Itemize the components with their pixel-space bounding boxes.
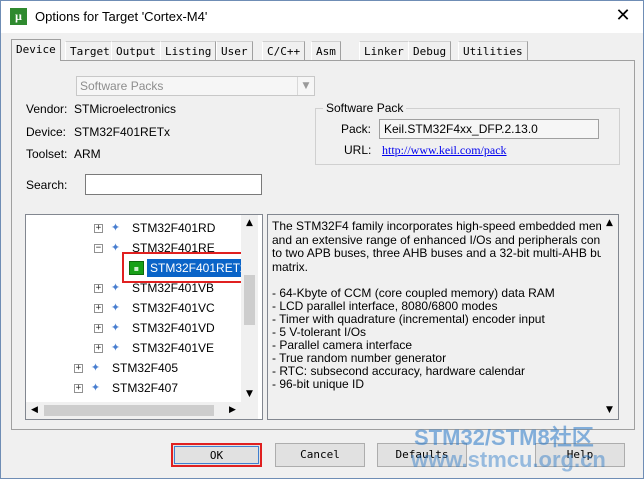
scroll-thumb[interactable] [244, 275, 255, 325]
device-family-icon: ✦ [110, 221, 121, 234]
scroll-left-icon[interactable]: ◀ [26, 402, 43, 419]
pack-value: Keil.STM32F4xx_DFP.2.13.0 [384, 122, 538, 136]
description-line: The STM32F4 family incorporates high-spe… [272, 219, 619, 233]
device-tree: + ✦ STM32F401RD − ✦ STM32F401RE ▪ STM32F… [25, 214, 263, 420]
expand-icon[interactable]: + [74, 384, 83, 393]
collapse-icon[interactable]: − [94, 244, 103, 253]
tab-listing[interactable]: Listing [160, 41, 217, 60]
tab-strip: Device Target Output Listing User C/C++ … [11, 39, 631, 61]
expand-icon[interactable]: + [94, 284, 103, 293]
tab-output[interactable]: Output [111, 41, 161, 60]
pack-field: Keil.STM32F4xx_DFP.2.13.0 [379, 119, 599, 139]
device-description: The STM32F4 family incorporates high-spe… [267, 214, 619, 420]
device-database-select[interactable]: Software Packs ▼ [76, 76, 315, 96]
watermark-line2: www.stmcu.org.cn [411, 447, 606, 472]
scroll-up-icon[interactable]: ▲ [241, 215, 258, 232]
scroll-down-icon[interactable]: ▼ [241, 386, 258, 403]
description-line: - 96-bit unique ID [272, 377, 365, 391]
tab-asm[interactable]: Asm [311, 41, 341, 60]
options-dialog: µ Options for Target 'Cortex-M4' ✕ Devic… [0, 0, 644, 479]
close-button[interactable]: ✕ [604, 1, 642, 31]
scroll-down-icon[interactable]: ▼ [601, 402, 618, 419]
expand-icon[interactable]: + [94, 324, 103, 333]
software-pack-title: Software Pack [323, 101, 407, 115]
scroll-right-icon[interactable]: ▶ [224, 402, 241, 419]
device-family-icon: ✦ [90, 361, 101, 374]
vendor-label: Vendor: [26, 102, 68, 116]
tab-device[interactable]: Device [11, 39, 61, 61]
expand-icon[interactable]: + [94, 304, 103, 313]
tree-vertical-scrollbar[interactable]: ▲ ▼ [241, 215, 258, 403]
expand-icon[interactable]: + [94, 224, 103, 233]
description-scrollbar[interactable]: ▲ ▼ [601, 215, 618, 419]
tree-item-label: STM32F407 [112, 381, 179, 395]
tree-item-stm32f401ve[interactable]: + ✦ STM32F401VE [26, 339, 262, 357]
tab-debug[interactable]: Debug [408, 41, 452, 60]
expand-icon[interactable]: + [94, 344, 103, 353]
expand-icon[interactable]: + [74, 364, 83, 373]
cancel-button[interactable]: Cancel [275, 443, 365, 467]
tree-item-stm32f407[interactable]: + ✦ STM32F407 [26, 379, 262, 397]
tree-item-label: STM32F405 [112, 361, 179, 375]
selected-device-highlight [122, 252, 243, 283]
scroll-thumb[interactable] [44, 405, 214, 416]
device-label: Device: [26, 125, 67, 139]
scroll-up-icon[interactable]: ▲ [601, 215, 618, 232]
tree-item-stm32f405[interactable]: + ✦ STM32F405 [26, 359, 262, 377]
description-line: matrix. [272, 260, 308, 274]
tab-utilities[interactable]: Utilities [458, 41, 528, 60]
tree-horizontal-scrollbar[interactable]: ◀ ▶ [26, 402, 258, 419]
tab-target[interactable]: Target [65, 41, 115, 60]
tree-item-label: STM32F401VE [132, 341, 215, 355]
device-family-icon: ✦ [110, 341, 121, 354]
description-line: to two APB buses, three AHB buses and a … [272, 246, 610, 260]
pack-label: Pack: [341, 122, 372, 136]
vendor-value: STMicroelectronics [74, 102, 177, 116]
tree-item-label: STM32F401VD [132, 321, 215, 335]
tree-item-label: STM32F401RD [132, 221, 216, 235]
tree-item-label: STM32F401VC [132, 301, 215, 315]
tree-item-stm32f401vc[interactable]: + ✦ STM32F401VC [26, 299, 262, 317]
search-input[interactable] [85, 174, 262, 195]
url-label: URL: [344, 143, 372, 157]
tab-user[interactable]: User [216, 41, 253, 60]
device-family-icon: ✦ [110, 321, 121, 334]
device-database-value: Software Packs [80, 79, 164, 93]
tab-c-cpp[interactable]: C/C++ [262, 41, 306, 60]
tree-item-stm32f401vd[interactable]: + ✦ STM32F401VD [26, 319, 262, 337]
device-family-icon: ✦ [110, 281, 121, 294]
pack-url-link[interactable]: http://www.keil.com/pack [382, 143, 507, 158]
title-bar: µ Options for Target 'Cortex-M4' ✕ [1, 1, 643, 33]
device-family-icon: ✦ [90, 381, 101, 394]
tree-item-stm32f401rd[interactable]: + ✦ STM32F401RD [26, 219, 262, 237]
keil-app-icon: µ [10, 8, 27, 25]
device-value: STM32F401RETx [74, 125, 171, 139]
toolset-value: ARM [74, 147, 101, 161]
tab-linker[interactable]: Linker [359, 41, 409, 60]
device-family-icon: ✦ [110, 301, 121, 314]
window-title: Options for Target 'Cortex-M4' [35, 9, 208, 24]
toolset-label: Toolset: [26, 147, 68, 161]
chevron-down-icon[interactable]: ▼ [297, 77, 314, 95]
device-family-icon: ✦ [110, 241, 121, 254]
search-label: Search: [26, 178, 68, 192]
ok-button[interactable]: OK [171, 443, 262, 467]
